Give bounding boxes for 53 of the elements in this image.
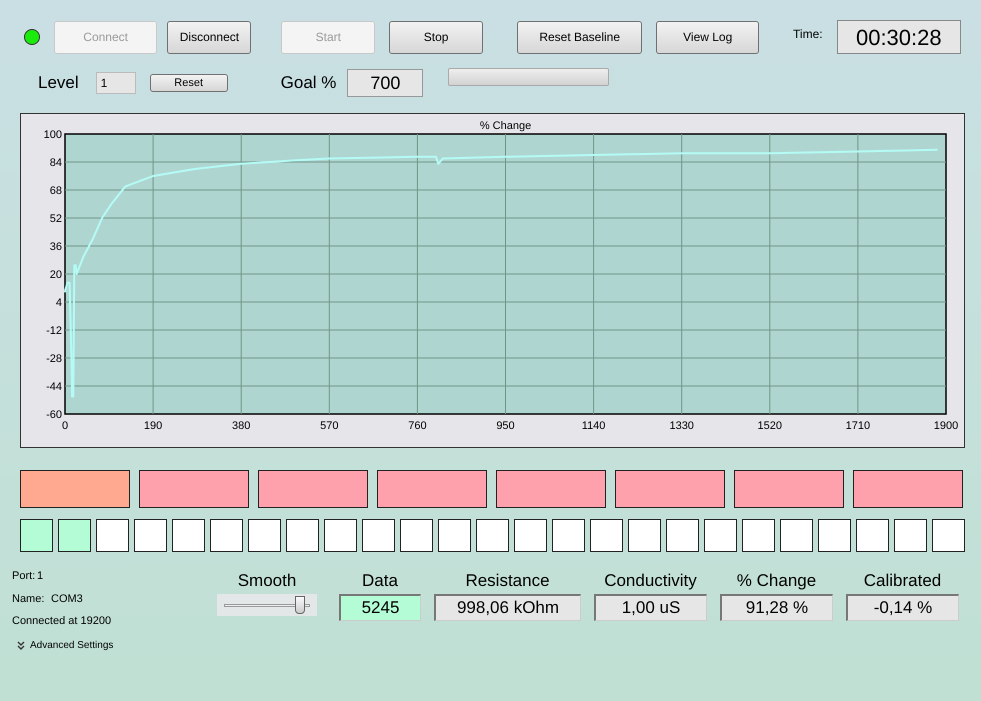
x-tick-label: 380 bbox=[232, 420, 250, 432]
x-tick-label: 1330 bbox=[669, 420, 694, 432]
y-tick-label: -60 bbox=[46, 409, 62, 421]
y-tick-label: 36 bbox=[50, 241, 62, 253]
y-tick-label: -12 bbox=[46, 325, 62, 337]
readout-value: 91,28 % bbox=[720, 594, 833, 621]
name-label: Name: bbox=[12, 592, 46, 606]
toolbar-button[interactable]: Reset Baseline bbox=[516, 20, 642, 54]
y-tick-label: 68 bbox=[50, 185, 62, 197]
readout-value: -0,14 % bbox=[846, 594, 959, 621]
x-tick-label: 0 bbox=[62, 420, 68, 432]
readout-label: Resistance bbox=[465, 570, 550, 592]
goal-label: Goal % bbox=[280, 72, 336, 94]
port-label: Port: bbox=[12, 569, 36, 584]
y-tick-label: -28 bbox=[46, 353, 62, 365]
x-tick-label: 1900 bbox=[934, 420, 958, 432]
double-chevron-icon[interactable] bbox=[17, 640, 25, 650]
y-tick-label: 4 bbox=[56, 297, 62, 309]
readout-label: % Change bbox=[736, 570, 816, 592]
name-value: COM3 bbox=[51, 592, 83, 606]
chart-title: % Change bbox=[480, 120, 532, 132]
reset-button[interactable]: Reset bbox=[150, 74, 228, 92]
readout-label: Data bbox=[362, 570, 398, 592]
port-value: 1 bbox=[37, 569, 44, 584]
x-tick-label: 1710 bbox=[846, 420, 870, 432]
goal-field[interactable]: 700 bbox=[347, 69, 424, 97]
x-tick-label: 760 bbox=[408, 420, 427, 432]
smooth-label: Smooth bbox=[238, 570, 296, 592]
readout-value: 1,00 uS bbox=[594, 594, 707, 621]
y-tick-label: 100 bbox=[44, 129, 62, 141]
toolbar-button[interactable]: Stop bbox=[389, 20, 483, 54]
time-display: 00:30:28 bbox=[836, 20, 961, 54]
readout-value: 998,06 kOhm bbox=[434, 594, 581, 621]
advanced-settings-link[interactable]: Advanced Settings bbox=[30, 638, 114, 652]
time-label: Time: bbox=[793, 26, 823, 43]
x-tick-label: 570 bbox=[320, 420, 338, 432]
x-tick-label: 950 bbox=[496, 420, 515, 432]
smooth-slider[interactable] bbox=[217, 594, 317, 616]
x-tick-label: 1520 bbox=[758, 420, 782, 432]
connection-status: Connected at 19200 bbox=[12, 614, 112, 629]
toolbar-button[interactable]: View Log bbox=[656, 20, 760, 54]
y-tick-label: -44 bbox=[46, 381, 62, 393]
y-tick-label: 20 bbox=[50, 269, 62, 281]
toolbar-button[interactable]: Disconnect bbox=[167, 20, 252, 54]
readout-label: Calibrated bbox=[864, 570, 942, 592]
y-tick-label: 52 bbox=[50, 213, 62, 225]
y-tick-label: 84 bbox=[50, 157, 62, 169]
readout-value: 5245 bbox=[339, 594, 421, 621]
level-label: Level bbox=[38, 72, 79, 94]
level-field[interactable]: 1 bbox=[96, 72, 136, 94]
readout-label: Conductivity bbox=[604, 570, 697, 592]
x-tick-label: 1140 bbox=[582, 420, 606, 432]
x-tick-label: 190 bbox=[144, 420, 162, 432]
